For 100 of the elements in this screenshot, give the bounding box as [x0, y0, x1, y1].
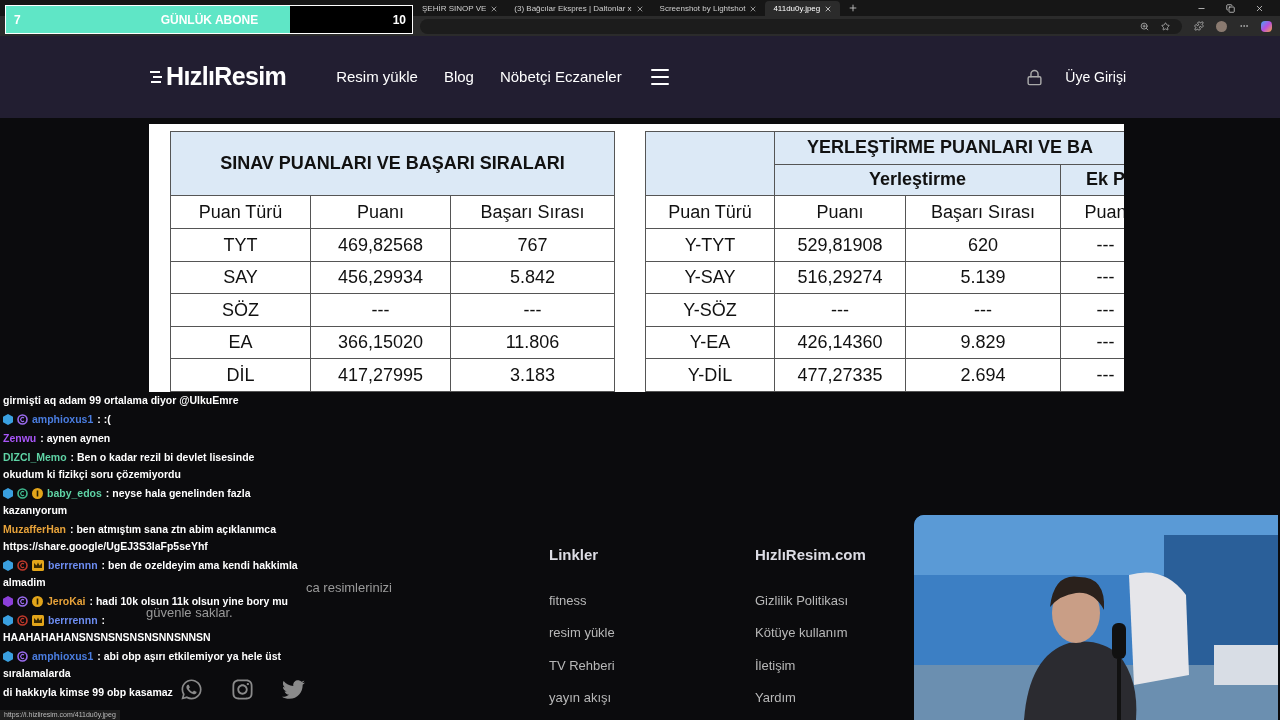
close-icon[interactable]: [490, 4, 499, 13]
table-cell: 5.139: [905, 261, 1061, 294]
table-cell: Y-SÖZ: [645, 294, 775, 327]
coin-badge-icon: [32, 596, 43, 607]
coin-badge-icon: [32, 488, 43, 499]
footer-link[interactable]: TV Rehberi: [549, 655, 755, 675]
site-logo[interactable]: HızlıResim: [150, 58, 287, 96]
chat-username[interactable]: Zenwu: [3, 430, 37, 447]
chat-message: https://share.google/UgEJ3S3laFp5seYhf: [3, 539, 208, 554]
speed-lines-icon: [150, 69, 162, 85]
cube-badge-icon: [3, 488, 13, 499]
table-cell: DİL: [170, 359, 311, 392]
browser-tab[interactable]: (3) Bağcılar Ekspres | Daltonlar x: [506, 1, 652, 16]
chat-message: almadim: [3, 575, 46, 590]
nav-link[interactable]: Blog: [443, 65, 474, 89]
instagram-icon[interactable]: [231, 678, 254, 701]
chat-username[interactable]: amphioxus1: [32, 411, 94, 428]
close-icon[interactable]: [635, 4, 644, 13]
footer-link[interactable]: Kötüye kullanım: [755, 623, 866, 643]
group-header: Ek P: [1060, 164, 1124, 196]
chat-username[interactable]: DIZCI_Memo: [3, 449, 67, 466]
crown-badge-icon: [32, 560, 44, 571]
copilot-icon[interactable]: [1261, 20, 1272, 32]
zoom-icon[interactable]: [1140, 21, 1149, 31]
browser-tab[interactable]: 411du0y.jpeg: [765, 1, 841, 16]
cube-badge-icon: [3, 560, 13, 571]
table-cell: ---: [905, 294, 1061, 327]
table-cell: 767: [450, 229, 615, 262]
chat-message: HAAHAHAHANSNSNSNSNSNSNNSNNSN: [3, 630, 211, 645]
column-header: Puanı: [774, 195, 906, 229]
table-cell: Y-EA: [645, 326, 775, 359]
chat-username[interactable]: MuzafferHan: [3, 521, 66, 538]
table-cell: TYT: [170, 229, 311, 262]
chat-message: kazanıyorum: [3, 503, 68, 518]
column-header: Puan Türü: [645, 195, 775, 229]
footer-link[interactable]: resim yükle: [549, 623, 755, 643]
table-cell: Y-DİL: [645, 359, 775, 392]
profile-avatar[interactable]: [1216, 20, 1227, 32]
close-icon[interactable]: [824, 4, 833, 13]
close-icon[interactable]: [749, 4, 758, 13]
footer-link[interactable]: Gizlilik Politikası: [755, 590, 866, 610]
chat-username[interactable]: berrrennn: [48, 557, 98, 574]
chat-username[interactable]: baby_edos: [47, 485, 102, 502]
site-description: ca resimlerinizi: [306, 579, 392, 597]
new-tab-icon[interactable]: [848, 3, 859, 13]
extensions-icon[interactable]: [1194, 21, 1204, 31]
column-header: Puan Türü: [170, 195, 311, 229]
close-icon[interactable]: [1255, 4, 1264, 13]
table-cell: ---: [450, 294, 615, 327]
column-header: Başarı Sırası: [905, 195, 1061, 229]
chat-message: : Ben o kadar rezil bi devlet lisesinde: [70, 450, 255, 465]
column-header: Başarı Sırası: [450, 195, 615, 229]
chat-message: okudum ki fizikçi soru çözemiyordu: [3, 467, 181, 482]
goal-label: GÜNLÜK ABONE: [160, 11, 259, 29]
table-cell: Y-SAY: [645, 261, 775, 294]
table-cell: EA: [170, 326, 311, 359]
table-cell: 516,29274: [774, 261, 906, 294]
circle-badge-icon: [17, 488, 28, 499]
table-cell: 3.183: [450, 359, 615, 392]
chat-message: : aynen aynen: [40, 431, 111, 446]
group-header: Yerleştirme: [774, 164, 1061, 196]
table-cell: 456,29934: [310, 261, 451, 294]
chat-message: : neyse hala genelinden fazla: [105, 486, 251, 501]
table-cell: 11.806: [450, 326, 615, 359]
cube-badge-icon: [3, 414, 13, 425]
chat-username[interactable]: amphioxus1: [32, 648, 94, 665]
chat-message: : abi obp aşırı etkilemiyor ya hele üst: [97, 649, 282, 664]
chat-username[interactable]: JeroKai: [47, 593, 86, 610]
circle-badge-icon: [17, 651, 28, 662]
table-cell: Y-TYT: [645, 229, 775, 262]
footer-link[interactable]: Yardım: [755, 688, 866, 708]
table-cell: 426,14360: [774, 326, 906, 359]
table-cell: 366,15020: [310, 326, 451, 359]
restore-icon[interactable]: [1226, 4, 1235, 13]
cube-badge-icon: [3, 651, 13, 662]
circle-badge-icon: [17, 414, 28, 425]
lock-icon[interactable]: [1026, 68, 1044, 86]
nav-link[interactable]: Nöbetçi Eczaneler: [499, 65, 622, 89]
table-cell: SÖZ: [170, 294, 311, 327]
circle-badge-icon: [17, 560, 28, 571]
chat-username[interactable]: berrrennn: [48, 612, 98, 629]
footer-link[interactable]: yayın akışı: [549, 688, 755, 708]
footer-link[interactable]: İletişim: [755, 655, 866, 675]
chat-message: di hakkıyla kimse 99 obp kasamaz: [3, 685, 173, 700]
whatsapp-icon[interactable]: [180, 678, 203, 701]
browser-tab[interactable]: ŞEHİR SINOP VE: [414, 1, 507, 16]
table-cell: ---: [310, 294, 451, 327]
chat-message: : ben de ozeldeyim ama kendi hakkimla: [101, 558, 298, 573]
browser-tab[interactable]: Screenshot by Lightshot: [651, 1, 766, 16]
footer-link[interactable]: fitness: [549, 590, 755, 610]
chat-message: : hadi 10k olsun 11k olsun yine bory mu: [89, 594, 288, 608]
chat-message: sıralamalarda: [3, 666, 71, 681]
nav-link[interactable]: Resim yükle: [336, 65, 418, 89]
login-link[interactable]: Üye Girişi: [1065, 66, 1126, 88]
table-cell: 2.694: [905, 359, 1061, 392]
cube-badge-icon: [3, 596, 13, 607]
goal-current: 7: [14, 11, 21, 29]
star-icon[interactable]: [1161, 21, 1170, 31]
table-cell: ---: [774, 294, 906, 327]
twitter-icon[interactable]: [282, 678, 305, 701]
